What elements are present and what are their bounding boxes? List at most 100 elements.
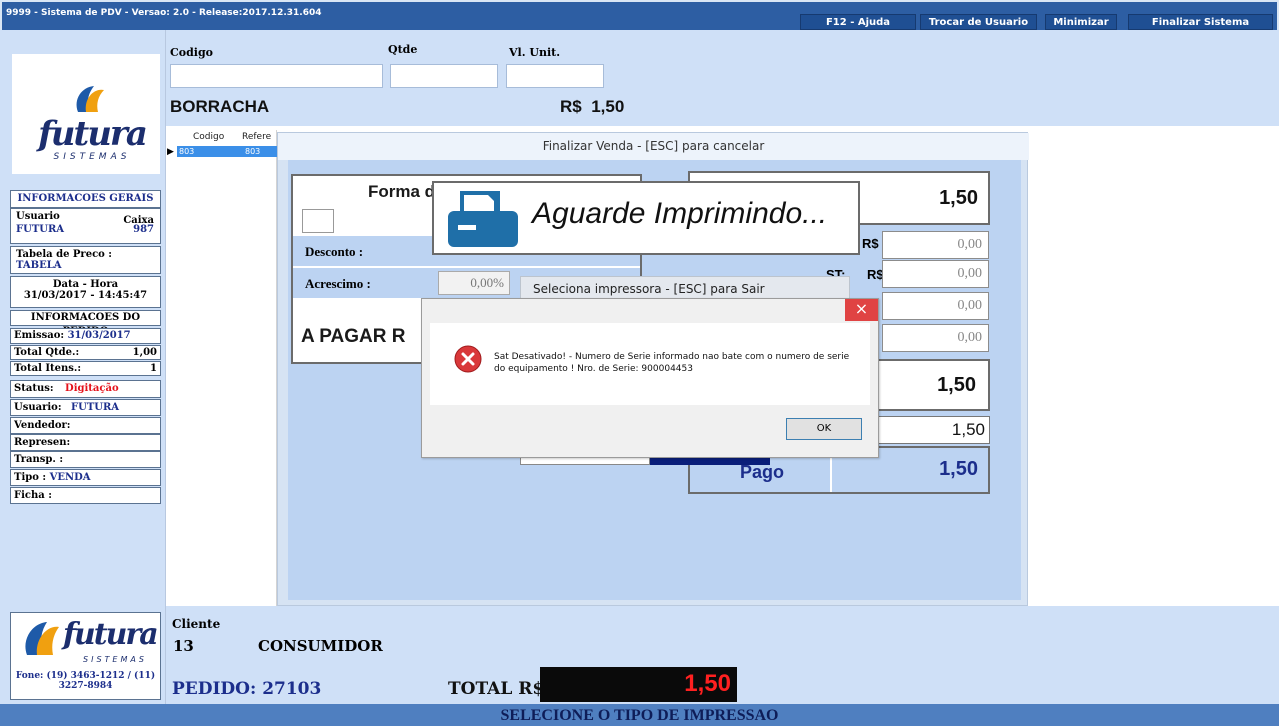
total-value: 1,50 [684, 670, 731, 697]
total-qtde-value: 1,00 [132, 347, 157, 358]
error-ok-label: OK [816, 423, 832, 434]
grid-cell-ref: 803 [245, 147, 261, 156]
grid-col-codigo: Codigo [193, 132, 225, 142]
rs-label-1: R$ [862, 236, 879, 251]
error-dialog: × Sat Desativado! - Numero de Serie info… [421, 298, 879, 458]
usuario-label: Usuario [16, 211, 60, 222]
items-grid: Codigo Refere ▶ 803 803 [167, 130, 277, 606]
error-close-button[interactable]: × [845, 299, 878, 321]
info-gerais-title: INFORMACOES GERAIS [17, 193, 154, 204]
close-icon: × [854, 299, 869, 318]
datahora-value: 31/03/2017 - 14:45:47 [23, 290, 148, 301]
represen-row: Represen: [10, 434, 161, 451]
status-label: Status: [14, 383, 54, 394]
qtde-label: Qtde [388, 43, 418, 56]
value-field-4[interactable]: 0,00 [882, 324, 989, 352]
grid-row[interactable]: 803 803 [177, 146, 277, 157]
tabela-box: Tabela de Preco : TABELA [10, 246, 161, 274]
info-gerais-header: INFORMACOES GERAIS [10, 190, 161, 208]
forma-code-input[interactable] [302, 209, 334, 233]
error-ok-button[interactable]: OK [786, 418, 862, 440]
error-icon [454, 345, 482, 373]
pedido-value: 27103 [262, 679, 322, 699]
app-title: 9999 - Sistema de PDV - Versao: 2.0 - Re… [6, 8, 322, 18]
total-qtde-row: Total Qtde.: 1,00 [10, 345, 161, 360]
value-field-2[interactable]: 0,00 [882, 260, 989, 288]
desconto-label: Desconto : [305, 244, 364, 259]
pedido: PEDIDO: 27103 [172, 679, 321, 699]
vendedor-row: Vendedor: [10, 417, 161, 434]
pago-input[interactable]: 1,50 [866, 416, 990, 444]
total-label: TOTAL R$ [448, 679, 545, 699]
usuario2-row: Usuario: FUTURA [10, 399, 161, 416]
a-pagar-label: A PAGAR R [301, 326, 406, 347]
usuario-caixa-box: Usuario Caixa FUTURA 987 [10, 208, 161, 244]
error-content: Sat Desativado! - Numero de Serie inform… [430, 323, 870, 405]
pago-value: 1,50 [939, 458, 978, 480]
logo-text: futura [38, 114, 148, 154]
grid-cell-codigo: 803 [179, 147, 195, 156]
switch-user-button[interactable]: Trocar de Usuario [920, 14, 1037, 30]
vl-unit-label: Vl. Unit. [509, 46, 561, 59]
tipo-row: Tipo : VENDA [10, 469, 161, 486]
vl-unit-input[interactable] [506, 64, 604, 88]
cliente-code: 13 [173, 637, 194, 655]
product-name: BORRACHA [170, 97, 270, 116]
emissao-row: Emissao: 31/03/2017 [10, 328, 161, 344]
represen-label: Represen: [14, 437, 71, 448]
fone-text: Fone: (19) 3463-1212 / (11) 3227-8984 [15, 671, 156, 691]
status-bar: SELECIONE O TIPO DE IMPRESSAO [0, 704, 1279, 726]
row-pointer-icon: ▶ [167, 147, 174, 157]
total-mid-value: 1,50 [937, 374, 976, 396]
usuario2-label: Usuario: [14, 402, 62, 413]
usuario-value: FUTURA [16, 224, 65, 235]
vendedor-label: Vendedor: [14, 420, 71, 431]
seleciona-impressora-title: Seleciona impressora - [ESC] para Sair [533, 282, 765, 296]
emissao-value: 31/03/2017 [67, 330, 131, 341]
company-logo: futura SISTEMAS [12, 54, 160, 174]
error-titlebar [422, 299, 878, 323]
tabela-label: Tabela de Preco : [16, 249, 112, 260]
footer-logo-text: futura [63, 617, 159, 652]
transp-label: Transp. : [14, 454, 64, 465]
tipo-value: VENDA [49, 472, 91, 483]
aguarde-imprimindo-text: Aguarde Imprimindo... [532, 197, 828, 230]
forma-label: Forma d [368, 182, 436, 201]
value-field-1[interactable]: 0,00 [882, 231, 989, 259]
datahora-box: Data - Hora 31/03/2017 - 14:45:47 [10, 276, 161, 308]
total-display: 1,50 [540, 667, 737, 702]
minimize-button[interactable]: Minimizar [1045, 14, 1117, 30]
finalizar-venda-title: Finalizar Venda - [ESC] para cancelar [278, 133, 1029, 160]
footer-logo-subtext: SISTEMAS [83, 655, 147, 664]
status-value: Digitação [65, 383, 119, 394]
cliente-name: CONSUMIDOR [258, 637, 383, 655]
product-price: R$ 1,50 [560, 97, 624, 117]
futura-footer-logo-icon [25, 622, 59, 655]
ficha-row: Ficha : [10, 487, 161, 504]
aguarde-imprimindo-banner: Aguarde Imprimindo... [432, 181, 860, 255]
product-price-value: 1,50 [591, 97, 625, 116]
codigo-label: Codigo [170, 46, 213, 59]
footer-logo-box: futura SISTEMAS Fone: (19) 3463-1212 / (… [10, 612, 161, 700]
acrescimo-label: Acrescimo : [305, 276, 371, 291]
value-field-3[interactable]: 0,00 [882, 292, 989, 320]
exit-system-button[interactable]: Finalizar Sistema [1128, 14, 1273, 30]
pago-label: Pago [740, 462, 785, 482]
tipo-label: Tipo : [14, 472, 47, 483]
help-button[interactable]: F12 - Ajuda [800, 14, 916, 30]
grid-col-ref: Refere [242, 132, 272, 142]
total-itens-row: Total Itens.: 1 [10, 361, 161, 376]
seleciona-impressora-dialog: Seleciona impressora - [ESC] para Sair [520, 276, 850, 300]
total-top-value: 1,50 [939, 187, 978, 209]
total-itens-label: Total Itens.: [14, 363, 82, 374]
pedido-label: PEDIDO: [172, 679, 257, 699]
qtde-input[interactable] [390, 64, 498, 88]
error-message: Sat Desativado! - Numero de Serie inform… [494, 352, 850, 374]
usuario2-value: FUTURA [71, 402, 120, 413]
transp-row: Transp. : [10, 451, 161, 468]
codigo-input[interactable] [170, 64, 383, 88]
acrescimo-pct-input[interactable]: 0,00% [438, 271, 510, 295]
tabela-value: TABELA [16, 260, 62, 271]
datahora-label: Data - Hora [52, 279, 119, 290]
ficha-label: Ficha : [14, 490, 52, 501]
